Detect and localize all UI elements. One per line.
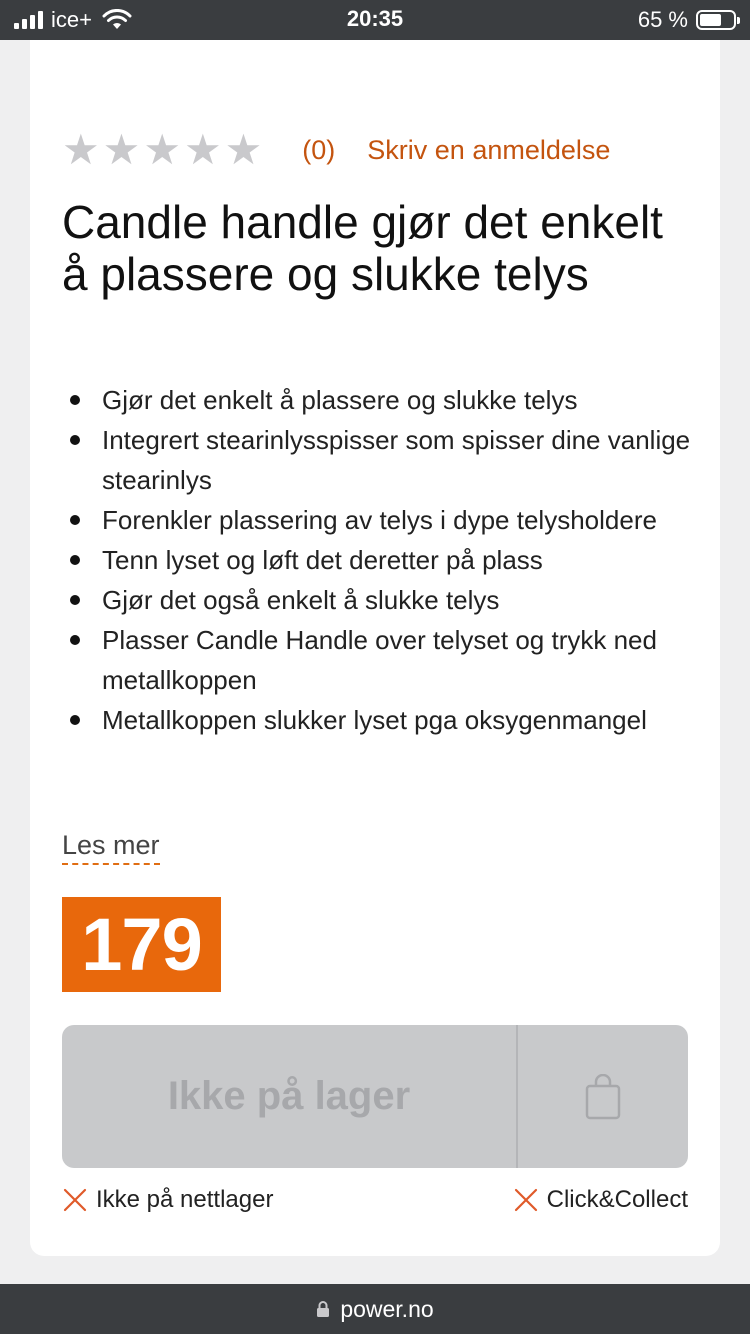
feature-list: Gjør det enkelt å plassere og slukke tel…: [62, 380, 692, 740]
online-availability: Ikke på nettlager: [62, 1186, 273, 1214]
buy-area: Ikke på lager: [62, 1025, 688, 1168]
feature-item: Gjør det også enkelt å slukke telys: [62, 580, 692, 620]
star-icon: ★: [183, 126, 222, 173]
product-title: Candle handle gjør det enkelt å plassere…: [62, 196, 663, 300]
read-more-link[interactable]: Les mer: [62, 830, 160, 865]
feature-item: Plasser Candle Handle over telyset og tr…: [62, 620, 692, 700]
out-of-stock-button[interactable]: Ikke på lager: [62, 1025, 516, 1168]
browser-url-bar[interactable]: power.no: [0, 1284, 750, 1334]
online-availability-label: Ikke på nettlager: [96, 1186, 274, 1213]
write-review-link[interactable]: Skriv en anmeldelse: [367, 135, 610, 166]
feature-item: Tenn lyset og løft det deretter på plass: [62, 540, 692, 580]
feature-item: Forenkler plassering av telys i dype tel…: [62, 500, 692, 540]
click-collect-label: Click&Collect: [546, 1186, 688, 1213]
star-icon: ★: [143, 126, 181, 173]
battery-percent: 65 %: [637, 7, 688, 32]
battery-fill: [700, 14, 721, 26]
price-tag: 179: [62, 897, 221, 992]
availability-row: Ikke på nettlager Click&Collect: [62, 1182, 688, 1218]
lock-icon: [317, 1301, 330, 1317]
feature-item: Metallkoppen slukker lyset pga oksygenma…: [62, 700, 692, 740]
battery-icon: [696, 10, 740, 30]
status-bar: ice+ 20:35 65 %: [0, 0, 750, 40]
star-icon: ★: [62, 126, 100, 173]
unavailable-x-icon: [514, 1188, 537, 1212]
url-domain: power.no: [340, 1295, 434, 1322]
shopping-bag-icon: [585, 1073, 621, 1119]
status-right: 65 %: [637, 6, 740, 34]
review-count-link[interactable]: (0): [302, 135, 335, 166]
star-icon: ★: [224, 126, 263, 173]
add-to-cart-button[interactable]: [518, 1025, 688, 1168]
feature-item: Gjør det enkelt å plassere og slukke tel…: [62, 380, 692, 420]
unavailable-x-icon: [63, 1188, 87, 1212]
click-collect-availability: Click&Collect: [513, 1186, 688, 1214]
feature-item: Integrert stearinlysspisser som spisser …: [62, 420, 692, 500]
rating-row: ★ ★ ★ ★ ★ (0) Skriv en anmeldelse: [62, 128, 610, 172]
product-card: ★ ★ ★ ★ ★ (0) Skriv en anmeldelse Candle…: [30, 40, 720, 1256]
star-icon: ★: [102, 126, 141, 173]
rating-stars[interactable]: ★ ★ ★ ★ ★: [62, 129, 262, 171]
